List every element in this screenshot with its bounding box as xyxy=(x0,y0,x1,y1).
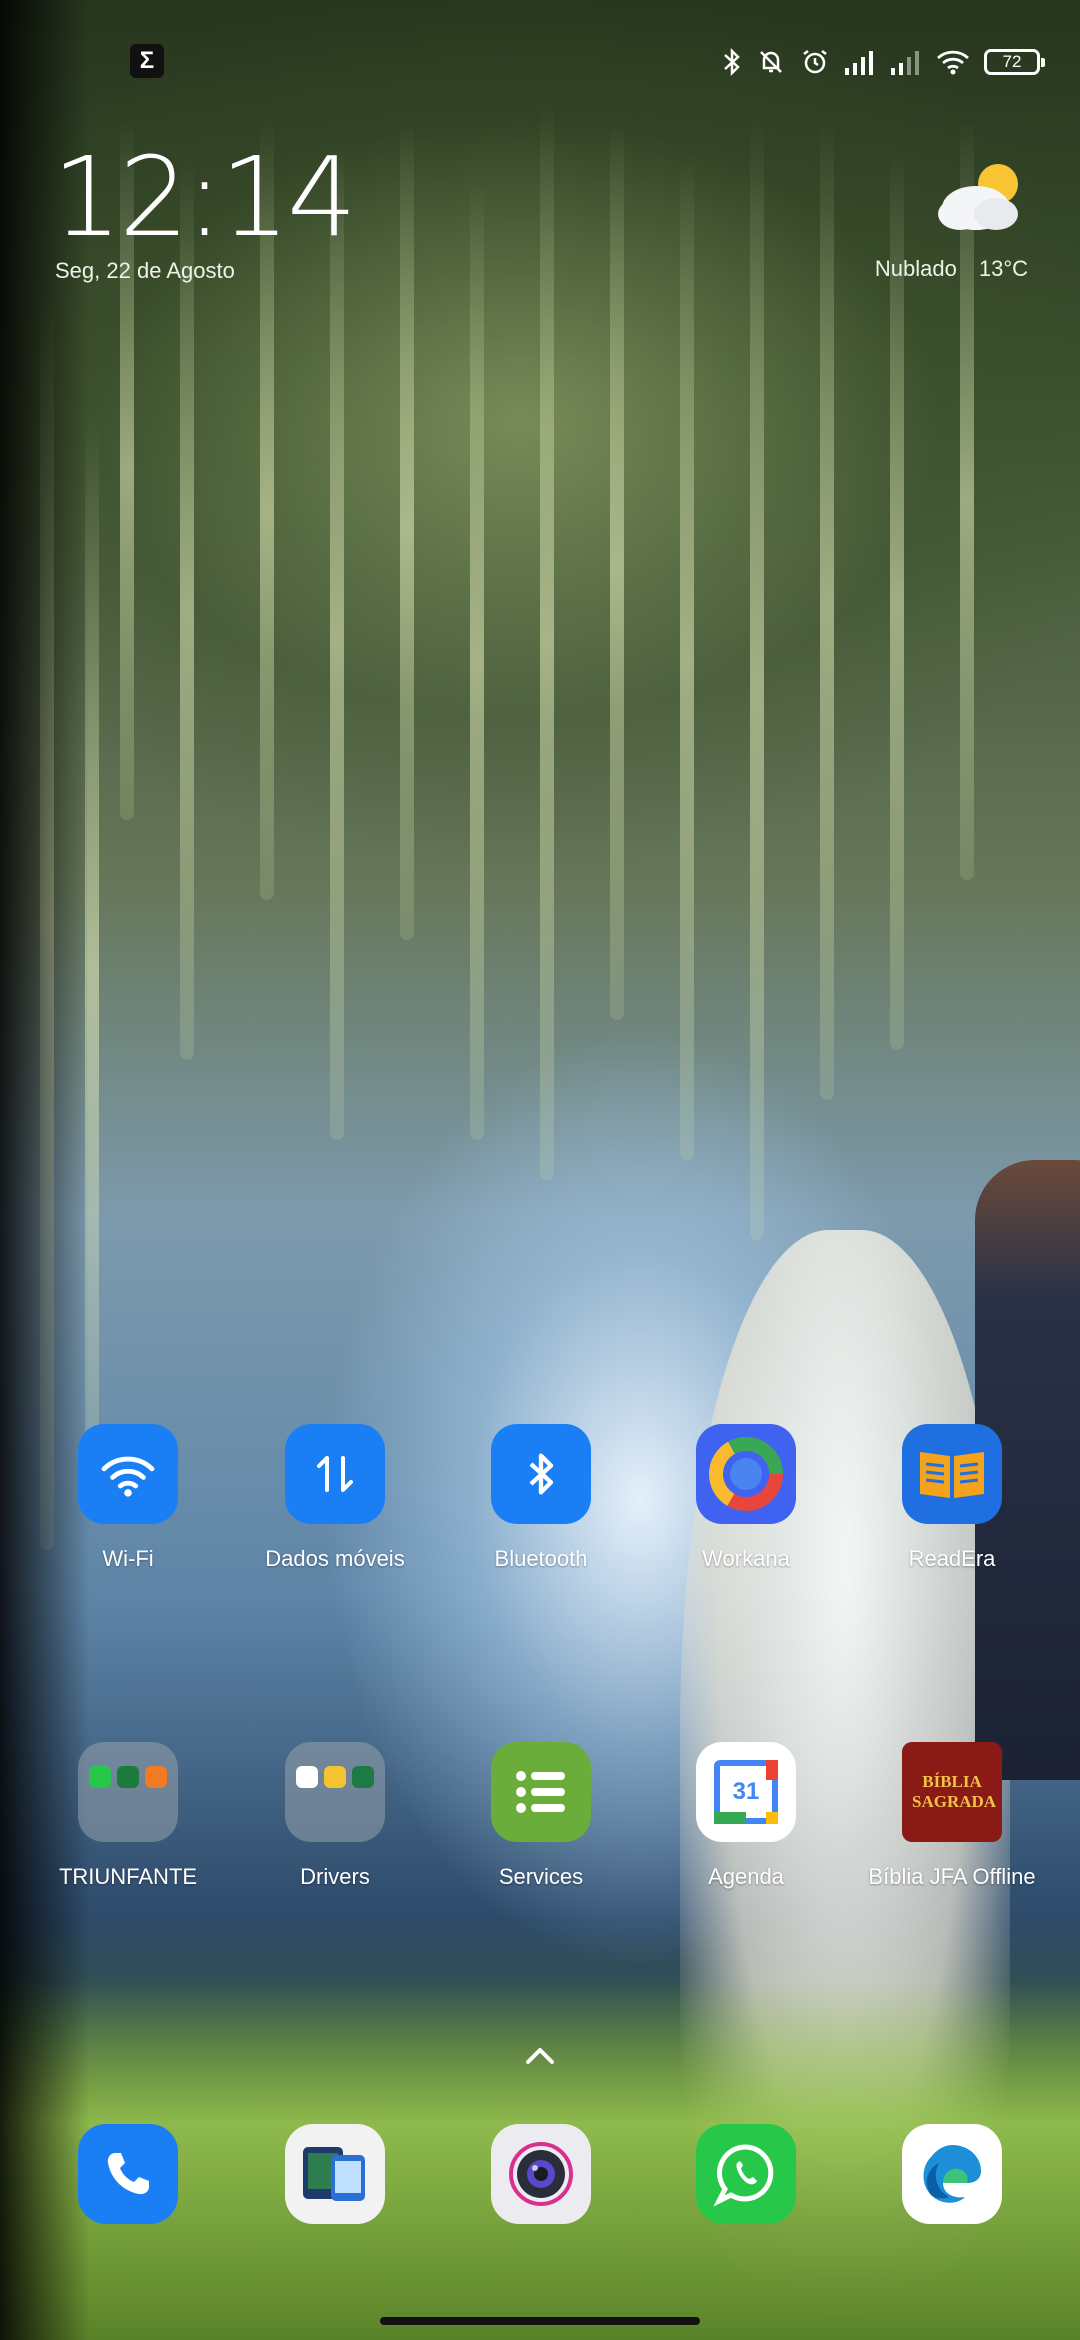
gesture-navigation-bar[interactable] xyxy=(380,2317,700,2325)
app-readera[interactable]: ReadEra xyxy=(857,1424,1047,1572)
phone-transfer-icon xyxy=(285,2124,385,2224)
wifi-icon xyxy=(937,50,969,75)
bible-icon: BÍBLIA SAGRADA xyxy=(902,1742,1002,1842)
app-biblia-jfa[interactable]: BÍBLIA SAGRADA Bíblia JFA Offline xyxy=(857,1742,1047,1890)
weather-temperature: 13°C xyxy=(978,256,1028,281)
workana-icon xyxy=(696,1424,796,1524)
app-services[interactable]: Services xyxy=(446,1742,636,1890)
phone-icon xyxy=(78,2124,178,2224)
folder-icon xyxy=(285,1742,385,1842)
book-icon xyxy=(902,1424,1002,1524)
clock-time[interactable]: 12:14 xyxy=(52,142,357,252)
folder-drivers[interactable]: Drivers xyxy=(240,1742,430,1890)
shortcut-mobile-data[interactable]: Dados móveis xyxy=(240,1424,430,1572)
signal-icon xyxy=(891,51,919,75)
signal-icon xyxy=(845,51,873,75)
app-label: Bíblia JFA Offline xyxy=(868,1864,1036,1889)
folder-label: Drivers xyxy=(300,1864,370,1889)
app-label: ReadEra xyxy=(908,1546,996,1571)
wallpaper xyxy=(0,0,1080,2340)
app-agenda[interactable]: 31 Agenda xyxy=(651,1742,841,1890)
dock-phone-transfer[interactable] xyxy=(240,2124,430,2224)
app-drawer-chevron-up-icon[interactable] xyxy=(520,2040,560,2070)
shortcut-bluetooth[interactable]: Bluetooth xyxy=(446,1424,636,1572)
list-icon xyxy=(491,1742,591,1842)
dock-phone[interactable] xyxy=(33,2124,223,2224)
camera-icon xyxy=(491,2124,591,2224)
bible-cover-text: BÍBLIA SAGRADA xyxy=(912,1772,997,1811)
edge-icon xyxy=(902,2124,1002,2224)
app-label: Dados móveis xyxy=(265,1546,405,1571)
dock-edge[interactable] xyxy=(857,2124,1047,2224)
whatsapp-icon xyxy=(696,2124,796,2224)
partly-cloudy-icon[interactable] xyxy=(930,158,1030,238)
app-label: Services xyxy=(498,1864,584,1889)
weather-summary[interactable]: Nublado 13°C xyxy=(875,256,1028,282)
calendar-icon: 31 xyxy=(696,1742,796,1842)
dock-camera[interactable] xyxy=(446,2124,636,2224)
mobile-data-icon xyxy=(285,1424,385,1524)
app-workana[interactable]: Workana xyxy=(651,1424,841,1572)
calendar-day: 31 xyxy=(732,1778,760,1805)
status-bar: Σ 72 xyxy=(0,0,1080,120)
dock-whatsapp[interactable] xyxy=(651,2124,841,2224)
shortcut-wifi[interactable]: Wi-Fi xyxy=(33,1424,223,1572)
battery-indicator: 72 xyxy=(984,49,1045,75)
app-label: Bluetooth xyxy=(494,1546,588,1571)
silent-notifications-icon xyxy=(760,51,782,73)
app-label: Workana xyxy=(702,1546,790,1571)
bluetooth-icon xyxy=(491,1424,591,1524)
folder-triunfante[interactable]: TRIUNFANTE xyxy=(33,1742,223,1890)
app-label: Agenda xyxy=(708,1864,784,1889)
alarm-icon xyxy=(803,50,827,74)
clock-date[interactable]: Seg, 22 de Agosto xyxy=(55,258,235,284)
folder-label: TRIUNFANTE xyxy=(58,1864,198,1889)
app-label: Wi-Fi xyxy=(102,1546,154,1571)
sigma-notification-icon: Σ xyxy=(130,44,164,78)
wifi-icon xyxy=(78,1424,178,1524)
folder-icon xyxy=(78,1742,178,1842)
bluetooth-icon xyxy=(724,47,740,77)
weather-condition: Nublado xyxy=(874,256,957,281)
